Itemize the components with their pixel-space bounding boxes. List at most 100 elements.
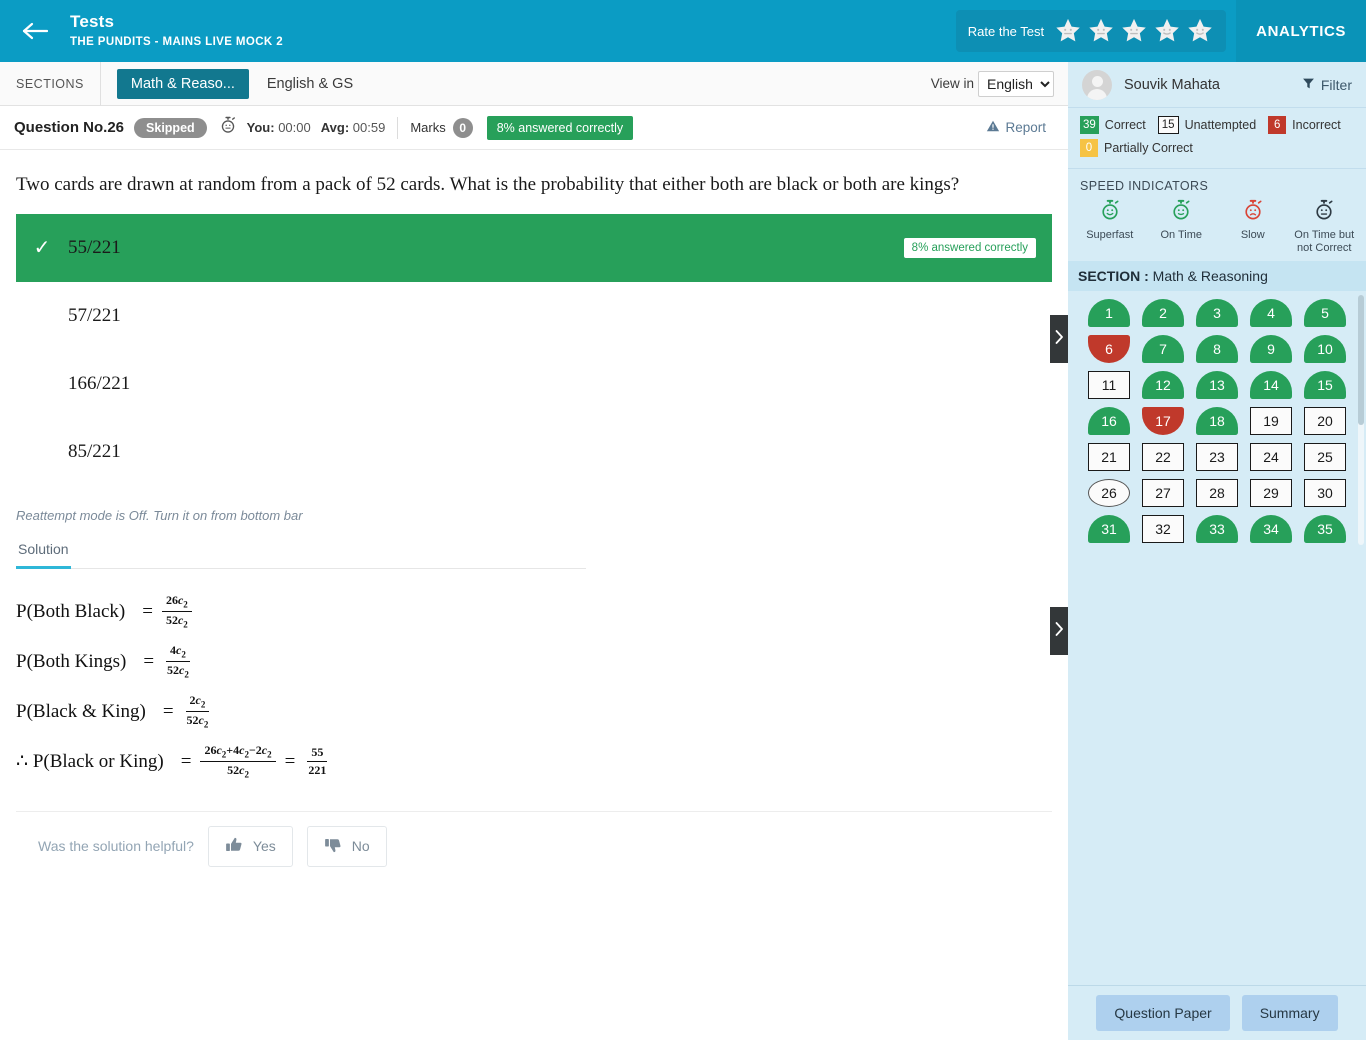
question-button[interactable]: 34 <box>1250 515 1292 543</box>
question-button[interactable]: 16 <box>1088 407 1130 435</box>
question-button[interactable]: 18 <box>1196 407 1238 435</box>
feedback-yes-button[interactable]: Yes <box>207 825 293 867</box>
speed-label: Slow <box>1240 229 1265 241</box>
question-button[interactable]: 6 <box>1088 335 1130 363</box>
speed-item-on-time-not-correct: On Time but not Correct <box>1289 199 1361 255</box>
star-rating[interactable] <box>1054 17 1214 45</box>
top-header: Tests THE PUNDITS - MAINS LIVE MOCK 2 Ra… <box>0 0 1366 62</box>
tab-solution[interactable]: Solution <box>16 541 71 569</box>
question-button[interactable]: 4 <box>1250 299 1292 327</box>
language-select[interactable]: English Hindi <box>978 70 1054 97</box>
question-button-current[interactable]: 26 <box>1088 479 1130 507</box>
question-button[interactable]: 14 <box>1250 371 1292 399</box>
speed-item-slow: Slow <box>1217 199 1289 255</box>
star-icon[interactable] <box>1186 17 1214 45</box>
stopwatch-icon <box>219 116 237 139</box>
you-label: You: <box>246 120 275 135</box>
filter-button[interactable]: Filter <box>1302 77 1352 93</box>
question-button[interactable]: 31 <box>1088 515 1130 543</box>
option-label: 85/221 <box>68 440 121 462</box>
legend-row: 39 Correct 15 Unattempted 6 Incorrect <box>1080 116 1354 134</box>
question-button[interactable]: 13 <box>1196 371 1238 399</box>
chevron-right-icon <box>1055 621 1064 641</box>
scrollbar-thumb[interactable] <box>1358 295 1364 425</box>
question-button[interactable]: 20 <box>1304 407 1346 435</box>
option-item[interactable]: 166/221 <box>16 350 1052 418</box>
question-button[interactable]: 25 <box>1304 443 1346 471</box>
question-button[interactable]: 19 <box>1250 407 1292 435</box>
solution-tabs: Solution <box>16 541 586 569</box>
question-button[interactable]: 10 <box>1304 335 1346 363</box>
star-icon[interactable] <box>1054 17 1082 45</box>
panel-collapse-toggle-top[interactable] <box>1050 315 1068 363</box>
tab-english-gs[interactable]: English & GS <box>253 69 367 99</box>
avg-label: Avg: <box>320 120 350 135</box>
question-button[interactable]: 8 <box>1196 335 1238 363</box>
question-button[interactable]: 9 <box>1250 335 1292 363</box>
question-button[interactable]: 33 <box>1196 515 1238 543</box>
question-button[interactable]: 11 <box>1088 371 1130 399</box>
fraction-denominator: 52c2 <box>167 662 189 680</box>
solution-body: P(Both Black) = 26c2 52c2 P(Both Kings) … <box>0 569 1068 787</box>
question-button[interactable]: 17 <box>1142 407 1184 435</box>
question-button[interactable]: 32 <box>1142 515 1184 543</box>
option-item[interactable]: 57/221 <box>16 282 1052 350</box>
panel-collapse-toggle-bottom[interactable] <box>1050 607 1068 655</box>
question-button[interactable]: 21 <box>1088 443 1130 471</box>
fraction-numerator: 55 <box>307 745 328 762</box>
tab-math-reasoning[interactable]: Math & Reaso... <box>116 68 249 99</box>
question-button[interactable]: 15 <box>1304 371 1346 399</box>
legend-count: 39 <box>1080 116 1099 134</box>
feedback-no-button[interactable]: No <box>306 825 387 867</box>
option-item[interactable]: 85/221 <box>16 418 1052 486</box>
analytics-tab[interactable]: ANALYTICS <box>1236 0 1366 62</box>
question-button[interactable]: 28 <box>1196 479 1238 507</box>
question-button[interactable]: 1 <box>1088 299 1130 327</box>
legend-partially-correct: 0 Partially Correct <box>1080 139 1193 157</box>
question-button[interactable]: 35 <box>1304 515 1346 543</box>
rate-the-test[interactable]: Rate the Test <box>955 10 1227 52</box>
view-in-label: View in <box>930 76 974 91</box>
question-button[interactable]: 3 <box>1196 299 1238 327</box>
funnel-icon <box>1302 77 1315 93</box>
question-button[interactable]: 24 <box>1250 443 1292 471</box>
section-name: Math & Reasoning <box>1152 268 1268 284</box>
star-icon[interactable] <box>1087 17 1115 45</box>
question-button[interactable]: 5 <box>1304 299 1346 327</box>
question-button[interactable]: 7 <box>1142 335 1184 363</box>
speed-item-on-time: On Time <box>1146 199 1218 255</box>
summary-button[interactable]: Summary <box>1241 995 1338 1031</box>
question-button[interactable]: 29 <box>1250 479 1292 507</box>
option-correct[interactable]: ✓ 55/221 8% answered correctly <box>16 213 1052 282</box>
legend-count: 15 <box>1157 116 1179 134</box>
option-label: 55/221 <box>68 236 121 258</box>
marks-value: 0 <box>452 117 473 138</box>
question-button[interactable]: 2 <box>1142 299 1184 327</box>
question-button[interactable]: 22 <box>1142 443 1184 471</box>
avg-time-value: 00:59 <box>352 120 386 135</box>
question-paper-button[interactable]: Question Paper <box>1096 995 1230 1031</box>
test-name: THE PUNDITS - MAINS LIVE MOCK 2 <box>70 36 284 48</box>
question-button[interactable]: 23 <box>1196 443 1238 471</box>
formula-line: P(Both Kings) = 4c2 52c2 <box>16 637 1052 687</box>
question-grid-scrollbar[interactable] <box>1358 295 1364 545</box>
report-button[interactable]: Report <box>986 119 1054 136</box>
star-icon[interactable] <box>1153 17 1181 45</box>
star-icon[interactable] <box>1120 17 1148 45</box>
formula-line: ∴ P(Black or King) = 26c2+4c2−2c2 52c2 =… <box>16 737 1052 787</box>
page-title: Tests <box>70 12 115 31</box>
back-button[interactable] <box>0 0 70 62</box>
section-label: SECTION : <box>1078 268 1149 284</box>
sections-label: SECTIONS <box>0 61 101 106</box>
fraction: 26c2 52c2 <box>161 593 192 629</box>
question-button[interactable]: 27 <box>1142 479 1184 507</box>
thumbs-up-icon <box>225 836 243 857</box>
solution-feedback: Was the solution helpful? Yes No <box>0 812 1068 867</box>
question-button[interactable]: 30 <box>1304 479 1346 507</box>
your-time: You: 00:00 <box>247 120 311 135</box>
rate-label: Rate the Test <box>967 23 1045 39</box>
title-block: Tests THE PUNDITS - MAINS LIVE MOCK 2 <box>70 12 283 50</box>
question-button[interactable]: 12 <box>1142 371 1184 399</box>
marks-label: Marks <box>410 120 446 135</box>
analytics-page: Tests THE PUNDITS - MAINS LIVE MOCK 2 Ra… <box>0 0 1366 1040</box>
